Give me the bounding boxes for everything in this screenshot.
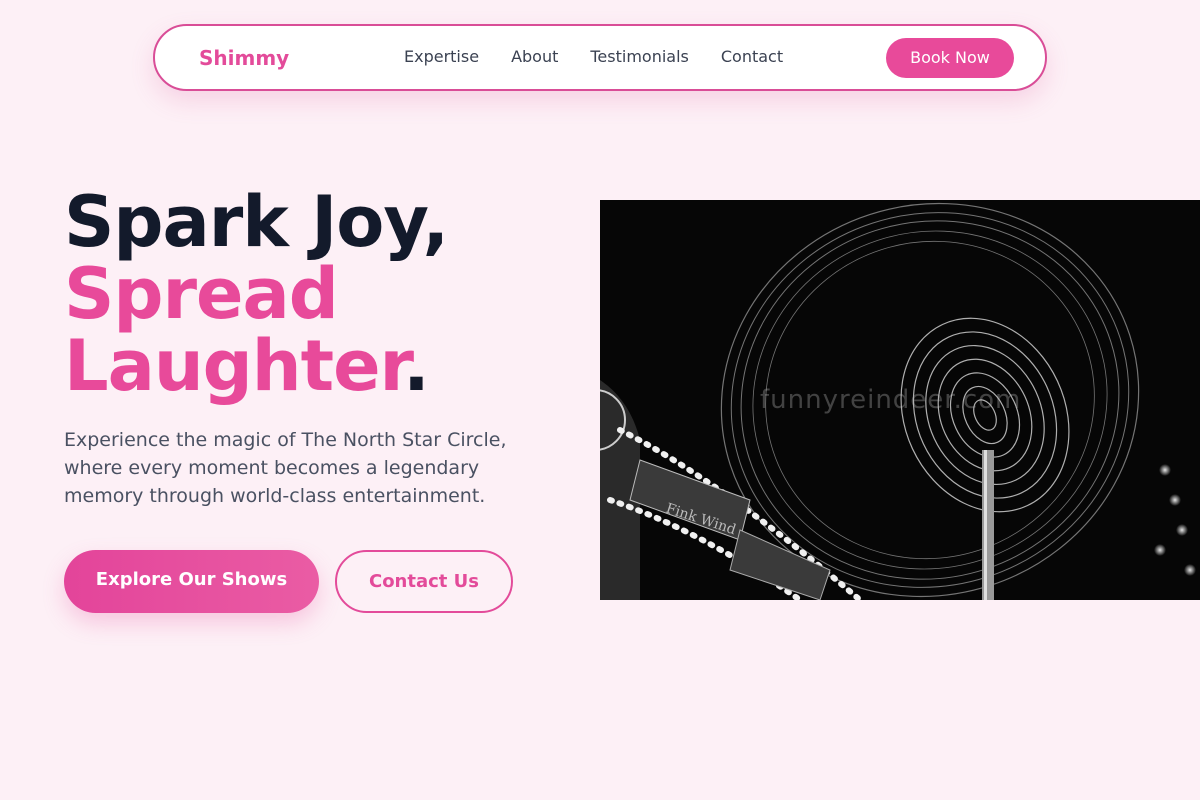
ride-pole bbox=[982, 450, 994, 600]
nav-link-expertise[interactable]: Expertise bbox=[404, 47, 479, 67]
contact-us-button[interactable]: Contact Us bbox=[335, 550, 513, 613]
image-watermark: funnyreindeer.com bbox=[760, 385, 1022, 415]
hero-title-line-3-text: Laughter bbox=[64, 325, 404, 407]
top-navigation: Shimmy Expertise About Testimonials Cont… bbox=[153, 24, 1047, 91]
explore-shows-button[interactable]: Explore Our Shows bbox=[64, 550, 319, 613]
hero-title-period: . bbox=[403, 325, 430, 407]
hero-image: Fink Wind funnyreindeer.com bbox=[600, 200, 1200, 600]
book-now-button[interactable]: Book Now bbox=[886, 38, 1014, 78]
hero-description: Experience the magic of The North Star C… bbox=[64, 429, 507, 507]
nav-links: Expertise About Testimonials Contact bbox=[404, 47, 815, 67]
hero-title-line-1: Spark Joy, bbox=[64, 181, 449, 263]
hero-title: Spark Joy, Spread Laughter. bbox=[64, 181, 449, 402]
nav-link-about[interactable]: About bbox=[511, 47, 558, 67]
hero-title-line-2: Spread bbox=[64, 253, 339, 335]
nav-link-contact[interactable]: Contact bbox=[721, 47, 783, 67]
brand-logo[interactable]: Shimmy bbox=[199, 46, 289, 70]
hero-title-line-3: Laughter. bbox=[64, 330, 448, 402]
nav-link-testimonials[interactable]: Testimonials bbox=[590, 47, 689, 67]
